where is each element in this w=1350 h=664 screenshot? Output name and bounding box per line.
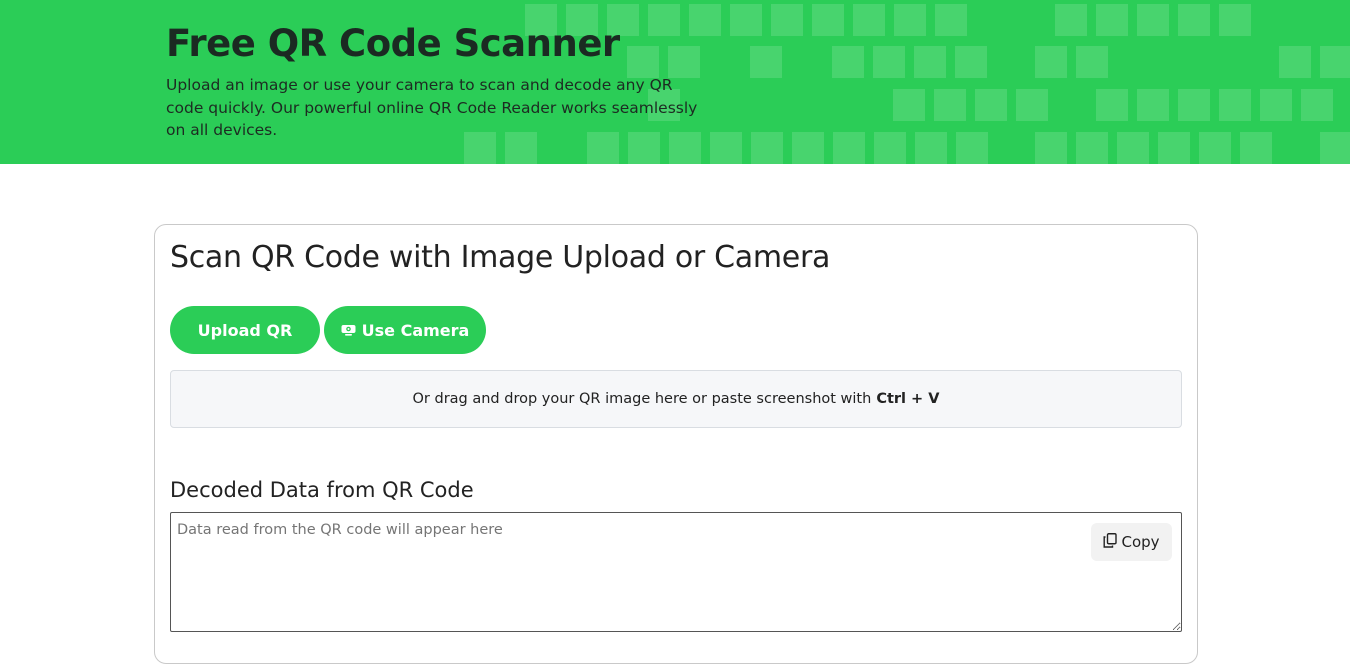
- decorative-tile: [792, 132, 824, 164]
- hero-banner: Free QR Code Scanner Upload an image or …: [0, 0, 1350, 164]
- copy-icon: [1103, 532, 1118, 552]
- decorative-tile: [934, 89, 966, 121]
- decorative-tile: [956, 132, 988, 164]
- decorative-tile: [833, 132, 865, 164]
- decorative-tile: [1240, 132, 1272, 164]
- decoded-data-title: Decoded Data from QR Code: [170, 478, 474, 502]
- decorative-tile: [914, 46, 946, 78]
- decoded-data-output[interactable]: [170, 512, 1182, 632]
- decorative-tile: [1260, 89, 1292, 121]
- drop-zone[interactable]: Or drag and drop your QR image here or p…: [170, 370, 1182, 428]
- copy-label: Copy: [1121, 533, 1160, 551]
- decorative-tile: [1178, 89, 1210, 121]
- decorative-tile: [935, 4, 967, 36]
- decorative-tile: [1279, 46, 1311, 78]
- decorative-tile: [1096, 4, 1128, 36]
- decorative-tile: [1016, 89, 1048, 121]
- decorative-tile: [751, 132, 783, 164]
- upload-qr-label: Upload QR: [197, 320, 293, 340]
- decorative-tile: [853, 4, 885, 36]
- decorative-tile: [873, 46, 905, 78]
- use-camera-button[interactable]: Use Camera: [324, 306, 486, 354]
- decorative-tile: [1076, 46, 1108, 78]
- decorative-tile: [1301, 89, 1333, 121]
- decorative-tile: [710, 132, 742, 164]
- decorative-tile: [1117, 132, 1149, 164]
- decorative-tile: [771, 4, 803, 36]
- decorative-tile: [1055, 4, 1087, 36]
- page-subtitle: Upload an image or use your camera to sc…: [166, 76, 698, 139]
- decorative-tile: [1035, 132, 1067, 164]
- upload-qr-button[interactable]: Upload QR: [170, 306, 320, 354]
- decorative-tile: [915, 132, 947, 164]
- decorative-tile: [874, 132, 906, 164]
- decorative-tile: [1219, 89, 1251, 121]
- decorative-tile: [1178, 4, 1210, 36]
- use-camera-label: Use Camera: [361, 320, 470, 340]
- decorative-tile: [812, 4, 844, 36]
- scanner-title: Scan QR Code with Image Upload or Camera: [170, 240, 831, 275]
- scanner-card: Scan QR Code with Image Upload or Camera…: [154, 224, 1198, 664]
- decorative-tile: [1096, 89, 1128, 121]
- decorative-tile: [1199, 132, 1231, 164]
- decorative-tile: [730, 4, 762, 36]
- decorative-tile: [689, 4, 721, 36]
- decorative-tile: [894, 4, 926, 36]
- page-title: Free QR Code Scanner: [166, 22, 620, 65]
- decorative-tile: [1137, 89, 1169, 121]
- decorative-tile: [750, 46, 782, 78]
- decorative-tile: [975, 89, 1007, 121]
- drop-zone-text: Or drag and drop your QR image here or p…: [412, 391, 872, 407]
- decorative-tile: [1320, 132, 1350, 164]
- decorative-tile: [1158, 132, 1190, 164]
- webcam-icon: [341, 324, 356, 336]
- paste-shortcut: Ctrl + V: [876, 391, 940, 407]
- decorative-tile: [1320, 46, 1350, 78]
- decorative-tile: [832, 46, 864, 78]
- decorative-tile: [1219, 4, 1251, 36]
- decorative-tile: [955, 46, 987, 78]
- decorative-tile: [1076, 132, 1108, 164]
- decorative-tile: [648, 4, 680, 36]
- decorative-tile: [1137, 4, 1169, 36]
- decorative-tile: [893, 89, 925, 121]
- decorative-tile: [1035, 46, 1067, 78]
- copy-button[interactable]: Copy: [1091, 523, 1172, 561]
